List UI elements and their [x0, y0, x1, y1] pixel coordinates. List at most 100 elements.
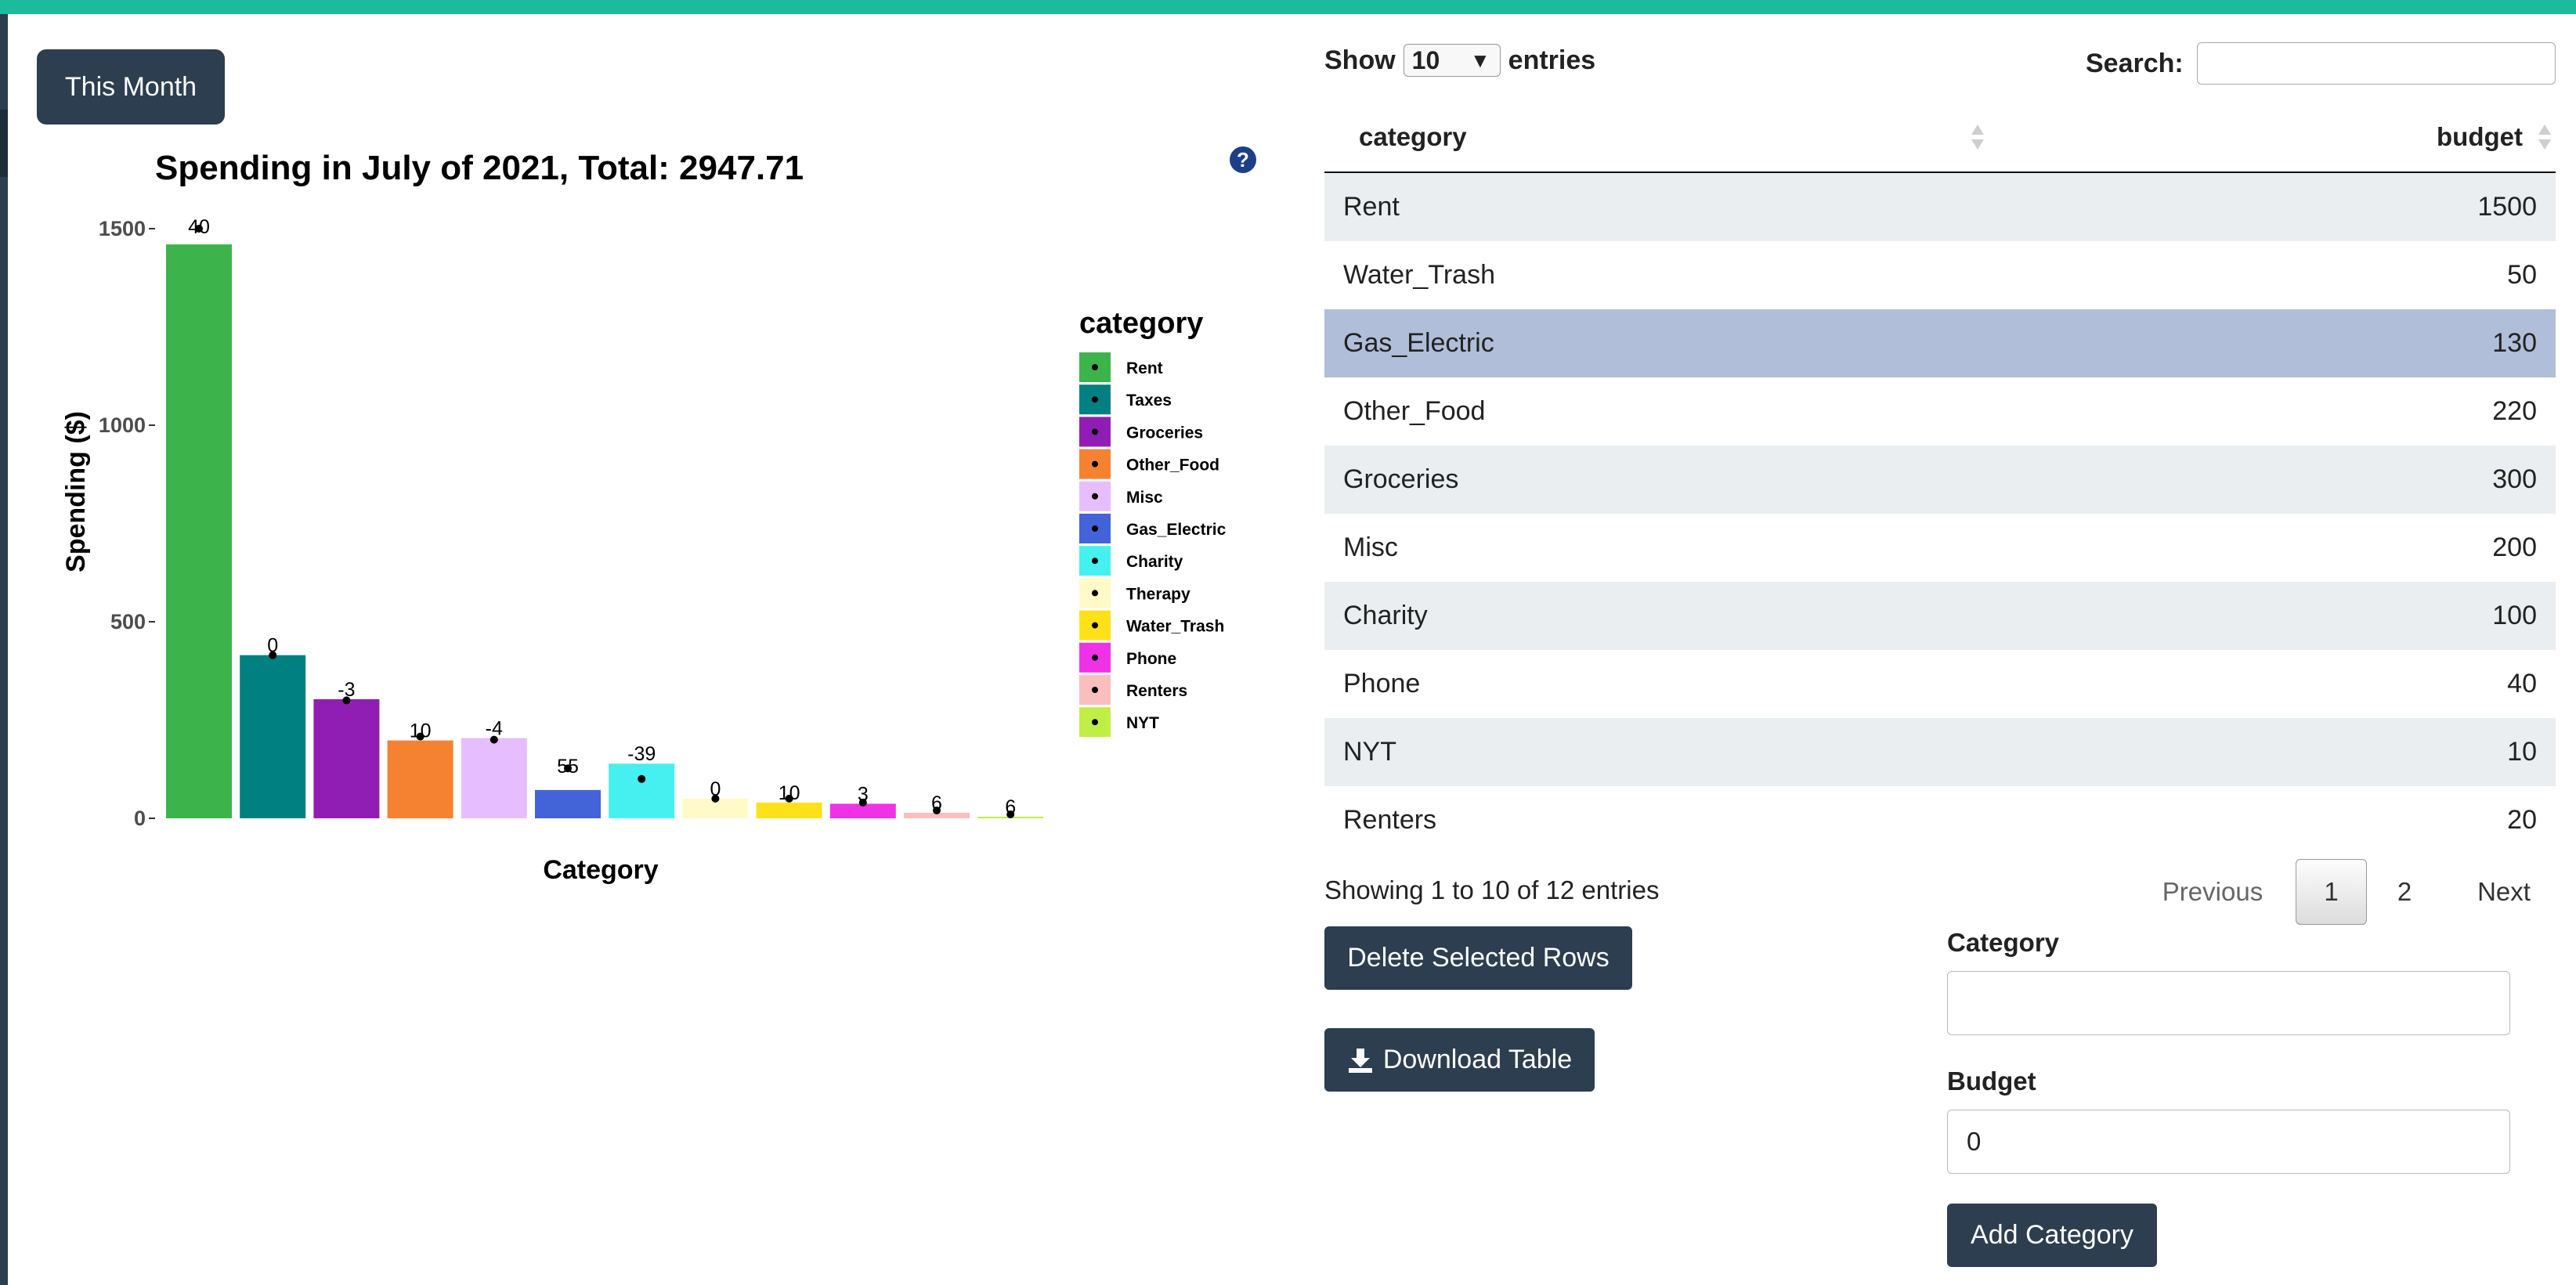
table-row[interactable]: Phone 40 [1324, 650, 2556, 718]
budget-point [342, 696, 351, 705]
bar [535, 789, 601, 818]
cell-budget: 300 [2492, 464, 2537, 494]
show-entries-control: Show 10 ▼ entries [1324, 43, 1595, 78]
category-label: Category [1947, 928, 2060, 957]
budget-point [858, 798, 867, 807]
legend-label: Misc [1126, 489, 1163, 507]
budget-point [711, 794, 720, 803]
legend-label: Gas_Electric [1126, 521, 1227, 539]
cell-budget: 10 [2507, 737, 2537, 767]
legend-title: category [1079, 307, 1203, 340]
cell-category: Rent [1343, 192, 1400, 222]
legend-label: Renters [1126, 682, 1187, 700]
category-input[interactable] [1947, 971, 2510, 1035]
sort-icon[interactable] [1970, 121, 1985, 153]
page-1-button[interactable]: 1 [2296, 859, 2367, 925]
legend-point [1092, 428, 1098, 435]
table-header: category budget [1324, 103, 2556, 173]
legend-label: Phone [1126, 650, 1176, 668]
budget-point [638, 774, 646, 783]
legend-point [1092, 525, 1098, 532]
budget-label: Budget [1947, 1067, 2036, 1095]
cell-category: Water_Trash [1343, 260, 1495, 290]
delete-selected-rows-button[interactable]: Delete Selected Rows [1324, 926, 1632, 990]
table-body: Rent 1500 Water_Trash 50 Gas_Electric 130 Othe… [1324, 173, 2556, 854]
budget-input[interactable]: 0 [1947, 1110, 2510, 1174]
budget-point [564, 764, 572, 773]
cell-category: Renters [1343, 805, 1437, 835]
cell-budget: 50 [2507, 260, 2537, 290]
table-row[interactable]: Misc 200 [1324, 514, 2556, 582]
table-row[interactable]: Water_Trash 50 [1324, 241, 2556, 309]
table-row[interactable]: Groceries 300 [1324, 446, 2556, 514]
search-label: Search: [2086, 49, 2184, 78]
bar [166, 244, 232, 819]
legend-label: Charity [1126, 553, 1183, 571]
legend-point [1092, 654, 1098, 661]
page-size-select[interactable]: 10 ▼ [1403, 44, 1501, 77]
budget-point [269, 651, 277, 659]
question-circle-icon[interactable]: ? [1229, 146, 1257, 174]
cell-budget: 100 [2492, 601, 2537, 630]
show-label: Show [1324, 45, 1396, 75]
y-axis: 0 500 1000 1500 [99, 217, 155, 830]
cell-category: Gas_Electric [1343, 328, 1494, 358]
budget-point [490, 735, 498, 744]
previous-page-button[interactable]: Previous [2146, 859, 2279, 925]
column-header-category[interactable]: category [1359, 103, 1467, 171]
legend-point [1092, 493, 1098, 500]
budget-table: category budget Rent 1500 Water_Trash 50 Gas… [1324, 103, 2556, 854]
search-input[interactable] [2197, 42, 2556, 85]
budget-point [416, 732, 425, 741]
download-icon [1348, 1048, 1372, 1073]
table-row[interactable]: Charity 100 [1324, 582, 2556, 650]
legend-point [1092, 719, 1098, 726]
bars-group [166, 244, 1044, 819]
page-size-value: 10 [1411, 46, 1440, 74]
x-axis-title: Category [543, 855, 658, 885]
bar [756, 802, 822, 818]
y-tick-label: 1000 [99, 413, 146, 437]
table-row[interactable]: Renters 20 [1324, 786, 2556, 854]
download-table-button[interactable]: Download Table [1324, 1028, 1595, 1092]
cell-category: Phone [1343, 669, 1421, 698]
cell-category: NYT [1343, 737, 1396, 767]
cell-budget: 40 [2507, 669, 2537, 698]
data-labels-group: 400-310-455-39010366 [188, 216, 1016, 818]
table-row[interactable]: NYT 10 [1324, 718, 2556, 786]
table-row[interactable]: Rent 1500 [1324, 173, 2556, 241]
legend-label: NYT [1126, 714, 1159, 732]
download-label: Download Table [1382, 1045, 1573, 1074]
svg-text:?: ? [1237, 148, 1249, 171]
chart-title: Spending in July of 2021, Total: 2947.71 [155, 149, 804, 187]
bar [461, 738, 527, 818]
cell-budget: 200 [2492, 532, 2537, 562]
next-page-button[interactable]: Next [2455, 859, 2553, 925]
y-tick-label: 500 [110, 610, 146, 633]
legend-label: Therapy [1126, 585, 1190, 603]
page-2-button[interactable]: 2 [2381, 859, 2428, 925]
column-header-budget[interactable]: budget [2437, 103, 2523, 171]
bar [240, 655, 306, 818]
add-category-button[interactable]: Add Category [1947, 1204, 2157, 1267]
legend-label: Groceries [1126, 424, 1203, 442]
cell-budget: 220 [2492, 396, 2537, 426]
table-row[interactable]: Other_Food 220 [1324, 377, 2556, 446]
data-label: -39 [627, 743, 656, 765]
legend-point [1092, 364, 1098, 370]
chevron-down-icon: ▼ [1469, 49, 1490, 72]
spending-chart: Spending in July of 2021, Total: 2947.71… [61, 149, 1227, 885]
legend: Rent Taxes Groceries Other_Food Misc Gas_Elec… [1079, 352, 1227, 738]
bar [609, 763, 675, 818]
cell-budget: 20 [2507, 805, 2537, 835]
legend-label: Water_Trash [1126, 618, 1224, 636]
table-info: Showing 1 to 10 of 12 entries [1324, 875, 1660, 904]
sort-icon[interactable] [2537, 121, 2553, 153]
budget-point [933, 806, 941, 814]
legend-label: Taxes [1126, 392, 1172, 410]
bar [387, 740, 453, 818]
table-row[interactable]: Gas_Electric 130 [1324, 309, 2556, 377]
entries-label: entries [1508, 45, 1596, 75]
y-axis-title: Spending ($) [61, 411, 91, 572]
cell-category: Other_Food [1343, 396, 1486, 426]
